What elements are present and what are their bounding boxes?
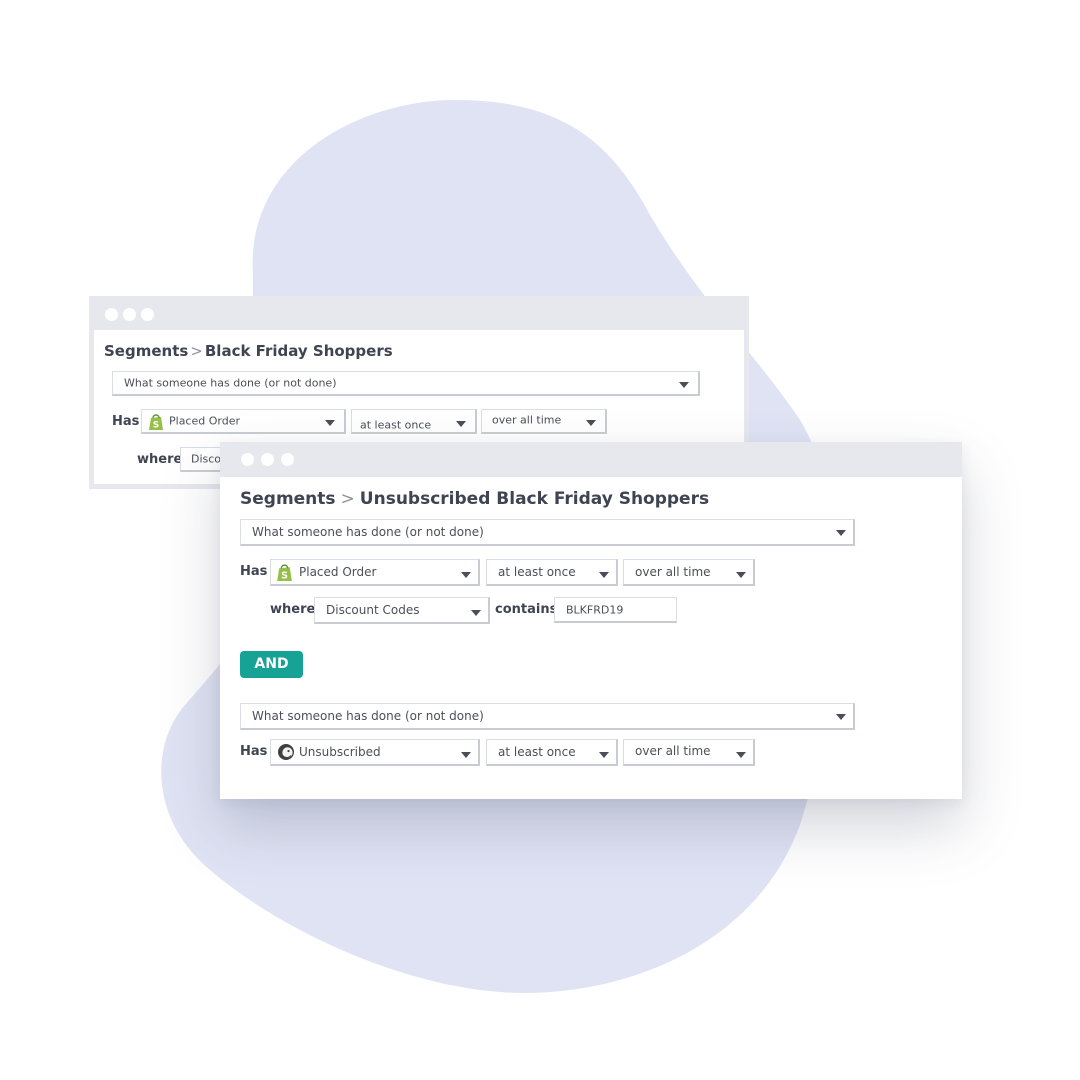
breadcrumb-root[interactable]: Segments xyxy=(104,342,188,360)
timeframe-select[interactable]: over all time xyxy=(481,409,607,434)
timeframe-value: over all time xyxy=(492,413,562,427)
frequency-value: at least once xyxy=(498,745,576,759)
window-titlebar xyxy=(220,442,962,477)
condition-type-select[interactable]: What someone has done (or not done) xyxy=(240,519,855,546)
where-label: where xyxy=(270,602,316,617)
chevron-down-icon xyxy=(599,572,609,578)
metric-select[interactable]: Unsubscribed xyxy=(270,739,480,766)
chevron-down-icon xyxy=(456,421,466,427)
filter-value-input[interactable]: BLKFRD19 xyxy=(554,597,677,623)
condition-type-value: What someone has done (or not done) xyxy=(124,376,337,390)
timeframe-select[interactable]: over all time xyxy=(623,739,755,766)
chevron-down-icon xyxy=(736,752,746,758)
condition-type-value: What someone has done (or not done) xyxy=(252,525,484,539)
property-value: Discount Codes xyxy=(326,603,420,617)
breadcrumb-separator: > xyxy=(340,489,355,509)
timeframe-value: over all time xyxy=(635,744,711,758)
breadcrumb-current: Black Friday Shoppers xyxy=(204,342,393,360)
timeframe-value: over all time xyxy=(635,565,711,579)
chevron-down-icon xyxy=(836,714,846,720)
chevron-down-icon xyxy=(461,752,471,758)
has-label: Has xyxy=(112,414,140,429)
frequency-select[interactable]: at least once xyxy=(351,409,477,434)
chevron-down-icon xyxy=(471,610,481,616)
svg-text:S: S xyxy=(281,570,288,581)
chevron-down-icon xyxy=(599,752,609,758)
window-titlebar xyxy=(89,296,749,330)
chevron-down-icon xyxy=(586,420,596,426)
shopify-icon: S xyxy=(149,414,163,431)
has-label: Has xyxy=(240,744,268,759)
frequency-value: at least once xyxy=(498,565,576,579)
contains-label: contains xyxy=(495,602,558,617)
window-control-dot[interactable] xyxy=(123,308,136,321)
property-value: Disco xyxy=(191,452,222,466)
chevron-down-icon xyxy=(736,572,746,578)
has-label: Has xyxy=(240,564,268,579)
chevron-down-icon xyxy=(836,530,846,536)
filter-value: BLKFRD19 xyxy=(566,603,624,616)
timeframe-select[interactable]: over all time xyxy=(623,559,755,586)
condition-type-select[interactable]: What someone has done (or not done) xyxy=(240,703,855,730)
metric-value: Placed Order xyxy=(299,565,377,579)
frequency-value: at least once xyxy=(360,418,432,432)
window-control-dot[interactable] xyxy=(105,308,118,321)
metric-select[interactable]: S Placed Order xyxy=(270,559,480,586)
metric-value: Unsubscribed xyxy=(299,745,381,759)
svg-text:S: S xyxy=(153,421,159,431)
window-control-dot[interactable] xyxy=(141,308,154,321)
window-control-dot[interactable] xyxy=(261,453,274,466)
shopify-icon: S xyxy=(277,564,292,581)
chevron-down-icon xyxy=(679,382,689,388)
metric-value: Placed Order xyxy=(169,414,240,428)
chevron-down-icon xyxy=(325,420,335,426)
breadcrumb: Segments > Unsubscribed Black Friday Shopp… xyxy=(240,489,709,509)
breadcrumb-separator: > xyxy=(190,342,203,360)
window-control-dot[interactable] xyxy=(281,453,294,466)
breadcrumb: Segments > Black Friday Shoppers xyxy=(104,342,393,360)
chevron-down-icon xyxy=(461,572,471,578)
frequency-select[interactable]: at least once xyxy=(486,559,618,586)
and-button[interactable]: AND xyxy=(240,651,303,678)
mailchimp-icon xyxy=(278,744,294,760)
condition-type-value: What someone has done (or not done) xyxy=(252,709,484,723)
metric-select[interactable]: S Placed Order xyxy=(141,409,346,434)
breadcrumb-current: Unsubscribed Black Friday Shoppers xyxy=(359,489,710,509)
canvas: Segments > Black Friday Shoppers What some… xyxy=(0,0,1080,1080)
segment-window-front: Segments > Unsubscribed Black Friday Shopp… xyxy=(220,442,962,799)
condition-type-select[interactable]: What someone has done (or not done) xyxy=(112,371,700,396)
where-label: where xyxy=(137,452,183,467)
frequency-select[interactable]: at least once xyxy=(486,739,618,766)
breadcrumb-root[interactable]: Segments xyxy=(240,489,336,509)
property-select[interactable]: Discount Codes xyxy=(314,597,490,624)
window-control-dot[interactable] xyxy=(241,453,254,466)
